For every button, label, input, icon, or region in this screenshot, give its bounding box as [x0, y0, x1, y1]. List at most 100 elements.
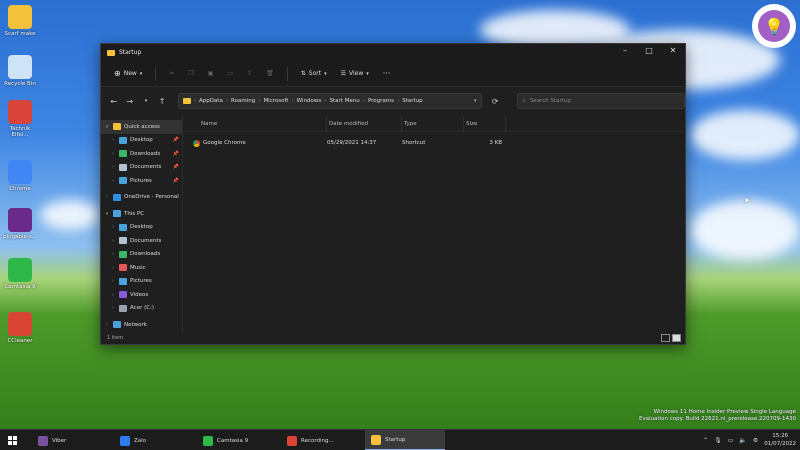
view-button[interactable]: ☰ View ▾	[336, 65, 374, 83]
desktop-shortcut-label: plugable-s...	[3, 234, 37, 240]
breadcrumb-item[interactable]: Startup	[402, 98, 422, 104]
desktop-shortcut-label: Technik Eifel...	[9, 126, 31, 139]
nav-item[interactable]: › Documents 📌	[101, 161, 182, 175]
maximize-button[interactable]: □	[637, 46, 661, 55]
paste-button[interactable]: ▣	[203, 65, 219, 83]
refresh-icon: ⟳	[491, 96, 499, 106]
tiles-view-button[interactable]	[672, 334, 681, 342]
copy-button[interactable]: ❐	[183, 65, 198, 83]
nav-item[interactable]: › Pictures 📌	[101, 174, 182, 188]
close-button[interactable]: ✕	[661, 46, 685, 55]
delete-button[interactable]: 🗑	[261, 65, 279, 83]
desktop-shortcut[interactable]: CCleaner	[2, 312, 38, 344]
chevron-down-icon: ▾	[324, 70, 327, 77]
chevron-right-icon[interactable]: ›	[110, 137, 116, 143]
refresh-button[interactable]: ⟳	[489, 94, 502, 108]
network-icon[interactable]: ▭	[728, 437, 734, 444]
chevron-right-icon[interactable]: ›	[110, 224, 116, 230]
breadcrumb-item[interactable]: Roaming	[231, 98, 255, 104]
column-size[interactable]: Size	[464, 115, 506, 132]
details-view-button[interactable]	[661, 334, 670, 342]
chevron-right-icon[interactable]: ›	[110, 251, 116, 257]
desktop-shortcut[interactable]: Chrome	[2, 160, 38, 192]
breadcrumb-item[interactable]: Windows	[297, 98, 322, 104]
file-row[interactable]: Google Chrome 05/29/2021 14:37 Shortcut 3 K…	[183, 136, 685, 150]
chevron-right-icon[interactable]: ›	[110, 164, 116, 170]
nav-item[interactable]: › Downloads	[101, 248, 182, 262]
desktop-shortcut[interactable]: Scarf make	[2, 5, 38, 37]
chevron-right-icon[interactable]: ›	[110, 292, 116, 298]
more-options-button[interactable]: ···	[378, 65, 396, 83]
column-name[interactable]: Name	[199, 115, 327, 132]
volume-icon[interactable]: 🔈	[739, 437, 746, 444]
download-icon	[119, 150, 127, 158]
recent-locations-button[interactable]: ▾	[139, 94, 152, 108]
search-input[interactable]: Search Startup	[530, 98, 571, 104]
chevron-right-icon[interactable]: ›	[110, 278, 116, 284]
nav-item[interactable]: › Acer (C:)	[101, 302, 182, 316]
desktop-shortcut[interactable]: Recycle Bin	[2, 55, 38, 87]
pictures-icon	[119, 277, 127, 285]
taskbar-app[interactable]: Camtasia 9	[197, 430, 275, 450]
microphone-icon[interactable]: 🎙	[714, 437, 722, 444]
breadcrumb-item[interactable]: Microsoft	[263, 98, 288, 104]
breadcrumb-item[interactable]: Programs	[368, 98, 394, 104]
nav-item[interactable]: › Network	[101, 318, 182, 332]
file-date: 05/29/2021 14:37	[327, 140, 377, 146]
taskbar-app-label: Camtasia 9	[217, 437, 249, 444]
desktop-shortcut[interactable]: Technik Eifel...	[2, 100, 38, 139]
nav-item[interactable]: › Videos	[101, 288, 182, 302]
download-icon	[119, 250, 127, 258]
address-bar[interactable]: › AppData › Roaming › Microsoft › Windows › Star…	[177, 93, 482, 109]
desktop-shortcut[interactable]: plugable-s...	[2, 208, 38, 240]
chevron-right-icon[interactable]: ›	[110, 151, 116, 157]
up-button[interactable]: ↑	[156, 94, 169, 108]
nav-item[interactable]: › Desktop 📌	[101, 134, 182, 148]
command-bar: ⊕ New ▾ ✂ ❐ ▣ ▭ ⇪ 🗑 ⇅ Sort ▾ ☰ View ▾ ··…	[101, 61, 685, 87]
file-explorer-window: Startup – □ ✕ ⊕ New ▾ ✂ ❐ ▣ ▭ ⇪ 🗑 ⇅ Sort…	[100, 43, 686, 345]
chevron-right-icon[interactable]: ›	[110, 305, 116, 311]
chevron-down-icon[interactable]: ▾	[104, 124, 110, 130]
taskbar-app[interactable]: Startup	[365, 430, 445, 450]
sort-button[interactable]: ⇅ Sort ▾	[296, 65, 332, 83]
new-button[interactable]: ⊕ New ▾	[109, 65, 147, 83]
clock-date: 01/07/2022	[764, 440, 796, 447]
chevron-right-icon[interactable]: ›	[110, 265, 116, 271]
chevron-right-icon[interactable]: ›	[110, 178, 116, 184]
column-type[interactable]: Type	[402, 115, 464, 132]
clock[interactable]: 15:26 01/07/2022	[764, 433, 796, 447]
cut-button[interactable]: ✂	[164, 65, 179, 83]
chevron-down-icon[interactable]: ▾	[104, 211, 110, 217]
search-field[interactable]: ⌕ Search Startup	[516, 93, 686, 109]
chevron-right-icon[interactable]: ›	[104, 322, 110, 328]
chevron-up-icon[interactable]: ⌃	[703, 437, 708, 444]
ccleaner-icon	[8, 312, 32, 336]
taskbar-app[interactable]: Recording...	[281, 430, 359, 450]
divider	[286, 66, 288, 81]
nav-item[interactable]: › Pictures	[101, 275, 182, 289]
nav-item[interactable]: › Desktop	[101, 221, 182, 235]
start-button[interactable]	[0, 430, 24, 450]
nav-item[interactable]: › Music	[101, 261, 182, 275]
breadcrumb-item[interactable]: AppData	[199, 98, 223, 104]
chevron-right-icon[interactable]: ›	[110, 238, 116, 244]
column-date-modified[interactable]: Date modified	[327, 115, 402, 132]
chevron-down-icon[interactable]: ▾	[474, 98, 477, 104]
forward-button[interactable]: →	[123, 94, 136, 108]
nav-item[interactable]: › Documents	[101, 234, 182, 248]
minimize-button[interactable]: –	[613, 46, 637, 55]
documents-icon	[119, 163, 127, 171]
taskbar-app[interactable]: Viber	[32, 430, 108, 450]
taskbar-app[interactable]: Zalo	[114, 430, 190, 450]
chevron-right-icon[interactable]: ›	[104, 194, 110, 200]
nav-item[interactable]: › OneDrive - Personal	[101, 191, 182, 205]
share-button[interactable]: ⇪	[242, 65, 257, 83]
nav-item[interactable]: ▾ This PC	[101, 207, 182, 221]
rename-button[interactable]: ▭	[222, 65, 238, 83]
nav-item[interactable]: ▾ Quick access	[101, 120, 182, 134]
breadcrumb-item[interactable]: Start Menu	[329, 98, 359, 104]
back-button[interactable]: ←	[107, 94, 120, 108]
desktop-shortcut[interactable]: Camtasia 9	[2, 258, 38, 290]
nav-item[interactable]: › Downloads 📌	[101, 147, 182, 161]
settings-icon[interactable]: ⚙	[753, 437, 758, 444]
